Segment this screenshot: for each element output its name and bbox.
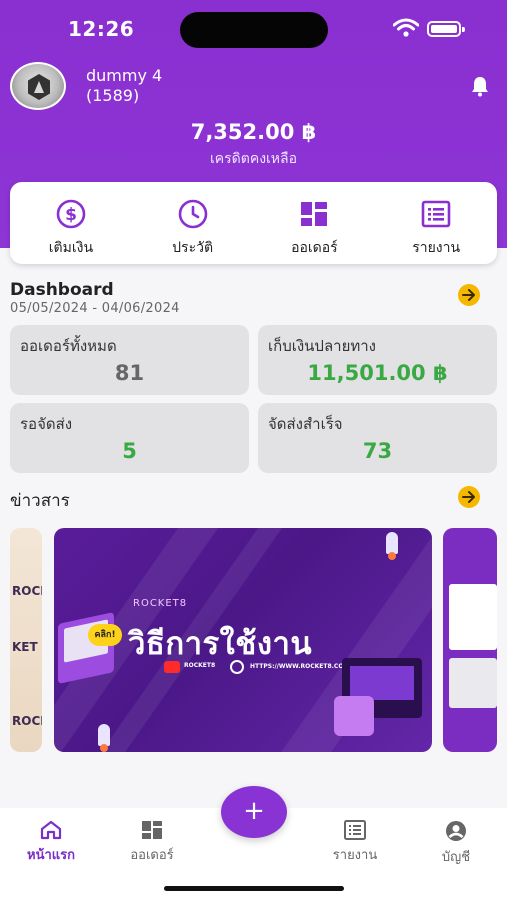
- stat-value: 5: [122, 439, 137, 463]
- dashboard-grid-icon: [142, 821, 162, 839]
- menu-history-label: ประวัติ: [172, 240, 214, 256]
- news-banner-previous[interactable]: ROCKE KET ROCKE: [10, 528, 42, 752]
- news-banner[interactable]: คลิก! ROCKET8 วิธีการใช้งาน ROCKET8 HTTP…: [54, 528, 432, 752]
- list-report-icon: [344, 820, 366, 840]
- svg-text:$: $: [65, 205, 77, 225]
- home-icon: [40, 820, 62, 840]
- nav-home[interactable]: หน้าแรก: [11, 820, 91, 865]
- home-indicator: [164, 886, 344, 891]
- rocket-icon: [98, 724, 110, 752]
- website-label: HTTPS://WWW.ROCKET8.CO.TH/: [250, 663, 357, 670]
- nav-label: รายงาน: [332, 848, 378, 863]
- dynamic-island: [180, 12, 328, 48]
- menu-report-button[interactable]: รายงาน: [375, 182, 497, 264]
- banner-word: ROCKE: [12, 714, 42, 728]
- nav-orders[interactable]: ออเดอร์: [112, 820, 192, 865]
- menu-topup-label: เติมเงิน: [48, 240, 94, 256]
- menu-report-label: รายงาน: [412, 240, 461, 256]
- arrow-right-icon: [462, 491, 475, 503]
- banner-headline: วิธีการใช้งาน: [128, 626, 313, 662]
- screenshot-illustration: [449, 584, 497, 650]
- stat-title: รอจัดส่ง: [20, 415, 73, 433]
- add-order-button[interactable]: +: [221, 786, 287, 838]
- wifi-icon: [393, 18, 419, 37]
- banner-word: KET: [12, 640, 38, 654]
- stat-value: 81: [114, 361, 145, 385]
- youtube-label: ROCKET8: [184, 662, 216, 669]
- stat-total-orders[interactable]: ออเดอร์ทั้งหมด 81: [10, 325, 249, 395]
- status-time: 12:26: [68, 17, 135, 41]
- stat-cod[interactable]: เก็บเงินปลายทาง 11,501.00 ฿: [258, 325, 497, 395]
- stat-value: 73: [362, 439, 393, 463]
- news-title: ข่าวสาร: [10, 491, 70, 511]
- banner-word: ROCKE: [12, 584, 42, 598]
- user-code: (1589): [86, 86, 140, 105]
- screenshot-illustration: [449, 658, 497, 708]
- nav-report[interactable]: รายงาน: [315, 820, 395, 865]
- nav-account[interactable]: บัญชี: [416, 820, 496, 867]
- youtube-icon: [164, 661, 180, 673]
- stat-title: ออเดอร์ทั้งหมด: [20, 337, 117, 355]
- stat-title: จัดส่งสำเร็จ: [268, 415, 343, 433]
- dashboard-more-button[interactable]: [458, 284, 480, 306]
- avatar[interactable]: [10, 62, 66, 110]
- credit-balance: 7,352.00 ฿: [190, 120, 317, 144]
- credit-balance-label: เครดิตคงเหลือ: [209, 151, 298, 167]
- menu-history-button[interactable]: ประวัติ: [132, 182, 254, 264]
- account-icon: [446, 821, 466, 841]
- stat-title: เก็บเงินปลายทาง: [268, 337, 376, 355]
- nav-label: หน้าแรก: [27, 848, 75, 863]
- menu-orders-button[interactable]: ออเดอร์: [254, 182, 376, 264]
- arrow-right-icon: [462, 289, 475, 301]
- dollar-circle-icon: $: [56, 199, 86, 229]
- laptop-illustration: [58, 612, 114, 684]
- rocket-icon: [386, 532, 398, 560]
- banner-brand: ROCKET8: [133, 598, 188, 609]
- chair-illustration: [334, 696, 374, 736]
- quick-menu: $ เติมเงิน ประวัติ ออเดอร์ รายงาน: [10, 182, 497, 264]
- bell-icon[interactable]: [468, 74, 492, 98]
- stat-pending[interactable]: รอจัดส่ง 5: [10, 403, 249, 473]
- plus-icon: +: [243, 796, 265, 826]
- battery-icon: [427, 21, 465, 37]
- menu-topup-button[interactable]: $ เติมเงิน: [10, 182, 132, 264]
- click-badge: คลิก!: [88, 624, 122, 646]
- globe-icon: [230, 660, 244, 674]
- menu-orders-label: ออเดอร์: [291, 240, 338, 256]
- dashboard-title: Dashboard: [10, 280, 114, 300]
- stat-value: 11,501.00 ฿: [307, 361, 448, 385]
- list-report-icon: [421, 200, 451, 228]
- nav-label: ออเดอร์: [130, 848, 174, 863]
- news-banner-next[interactable]: [443, 528, 497, 752]
- nav-label: บัญชี: [441, 850, 471, 865]
- stat-delivered[interactable]: จัดส่งสำเร็จ 73: [258, 403, 497, 473]
- dashboard-grid-icon: [301, 202, 328, 226]
- clock-icon: [178, 199, 207, 229]
- status-bar: 12:26: [0, 0, 507, 56]
- news-more-button[interactable]: [458, 486, 480, 508]
- user-name: dummy 4: [86, 66, 163, 85]
- dashboard-date-range: 05/05/2024 - 04/06/2024: [10, 301, 180, 316]
